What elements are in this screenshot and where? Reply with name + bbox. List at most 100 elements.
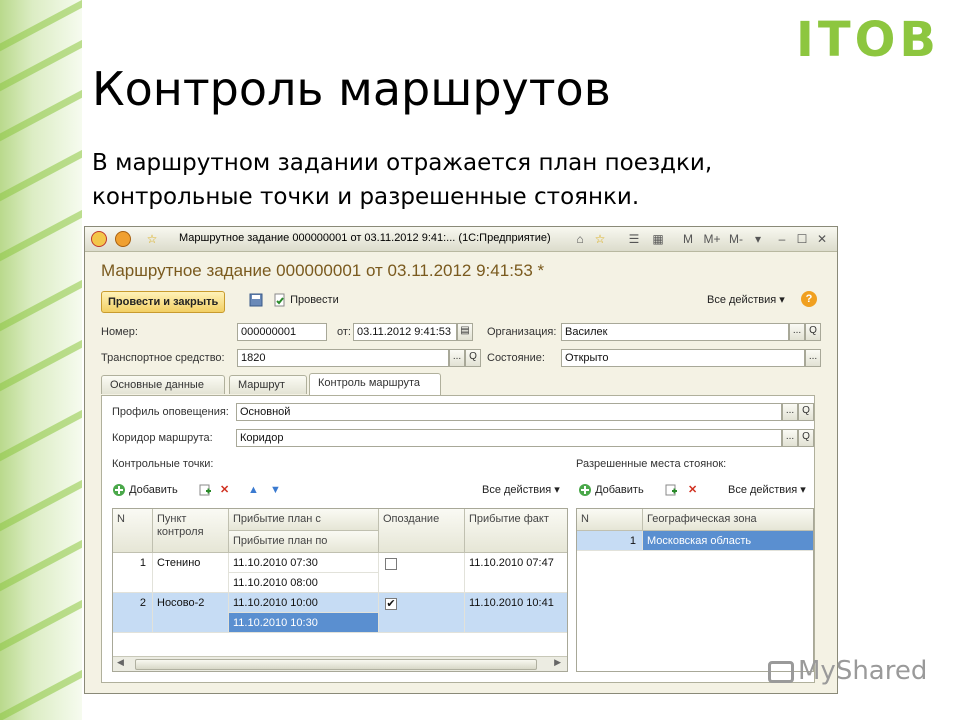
vehicle-field[interactable]: 1820 bbox=[237, 349, 449, 367]
column-header-fact[interactable]: Прибытие факт bbox=[465, 509, 567, 553]
parking-delete-icon[interactable]: ✕ bbox=[688, 482, 697, 498]
organization-field[interactable]: Василек bbox=[561, 323, 789, 341]
help-button[interactable]: ? bbox=[801, 291, 817, 307]
number-label: Номер: bbox=[101, 326, 138, 338]
logo: ITOB bbox=[796, 12, 940, 68]
checkpoint-all-actions-button[interactable]: Все действия ▾ bbox=[482, 482, 560, 498]
table-row-cell-fact[interactable]: 11.10.2010 10:41 bbox=[465, 593, 567, 633]
add-icon bbox=[579, 484, 591, 497]
move-up-icon[interactable]: ▲ bbox=[248, 482, 259, 498]
vehicle-label: Транспортное средство: bbox=[101, 352, 225, 364]
table-row-cell-from[interactable]: 11.10.2010 07:30 bbox=[229, 553, 379, 573]
column-header-late[interactable]: Опоздание bbox=[379, 509, 465, 553]
parking-all-actions-button[interactable]: Все действия ▾ bbox=[728, 482, 806, 498]
tab-route[interactable]: Маршрут bbox=[229, 375, 307, 394]
scroll-left-icon[interactable]: ◀ bbox=[117, 657, 124, 668]
scroll-right-icon[interactable]: ▶ bbox=[554, 657, 561, 668]
window-titlebar: ☆ Маршрутное задание 000000001 от 03.11.… bbox=[85, 227, 837, 252]
decorative-stripes bbox=[0, 0, 82, 720]
organization-search-icon[interactable]: Q bbox=[805, 323, 821, 341]
memory-plus-button[interactable]: M+ bbox=[703, 230, 721, 248]
home-icon[interactable]: ⌂ bbox=[571, 230, 589, 248]
list-icon[interactable]: ☰ bbox=[625, 230, 643, 248]
form-title: Маршрутное задание 000000001 от 03.11.20… bbox=[101, 261, 545, 280]
save-icon[interactable] bbox=[249, 292, 263, 308]
column-header-point[interactable]: Пункт контроля bbox=[153, 509, 229, 553]
add-icon bbox=[113, 484, 125, 497]
corridor-search-icon[interactable]: Q bbox=[798, 429, 814, 447]
parking-add-label: Добавить bbox=[595, 484, 644, 496]
calendar-icon[interactable]: ▦ bbox=[649, 230, 667, 248]
table-row-cell-late[interactable]: ✔ bbox=[379, 593, 465, 633]
table-row-cell-to[interactable]: 11.10.2010 10:30 bbox=[229, 613, 379, 633]
subtitle-line-2: контрольные точки и разрешенные стоянки. bbox=[92, 184, 640, 210]
favorite-star-icon[interactable]: ☆ bbox=[143, 230, 161, 248]
tab-main-data[interactable]: Основные данные bbox=[101, 375, 225, 394]
tab-route-control[interactable]: Контроль маршрута bbox=[309, 373, 441, 395]
slide-title: Контроль маршрутов bbox=[92, 62, 611, 116]
profile-search-icon[interactable]: Q bbox=[798, 403, 814, 421]
table-row-cell-n[interactable]: 1 bbox=[113, 553, 153, 593]
checkpoints-label: Контрольные точки: bbox=[112, 458, 214, 470]
memory-m-button[interactable]: M bbox=[679, 230, 697, 248]
column-header-arrive-to[interactable]: Прибытие план по bbox=[229, 531, 379, 553]
checkpoint-delete-icon[interactable]: ✕ bbox=[220, 482, 229, 498]
parking-copy-icon[interactable] bbox=[664, 482, 678, 498]
post-button[interactable]: Провести bbox=[273, 292, 339, 308]
checkpoint-add-label: Добавить bbox=[129, 484, 178, 496]
post-and-close-button[interactable]: Провести и закрыть bbox=[101, 291, 226, 313]
column-header-arrive-from[interactable]: Прибытие план с bbox=[229, 509, 379, 531]
profile-field[interactable]: Основной bbox=[236, 403, 782, 421]
post-button-label: Провести bbox=[290, 294, 339, 306]
table-row-cell-point[interactable]: Носово-2 bbox=[153, 593, 229, 633]
app-logo-icon[interactable] bbox=[91, 231, 107, 247]
vehicle-select-button[interactable]: ... bbox=[449, 349, 465, 367]
minimize-icon[interactable]: – bbox=[773, 230, 791, 248]
table-row-cell-zone[interactable]: Московская область bbox=[643, 531, 813, 551]
calendar-button[interactable]: ▤ bbox=[457, 323, 473, 341]
late-checkbox[interactable] bbox=[385, 558, 397, 570]
corridor-label: Коридор маршрута: bbox=[112, 432, 213, 444]
move-down-icon[interactable]: ▼ bbox=[270, 482, 281, 498]
maximize-icon[interactable]: ☐ bbox=[793, 230, 811, 248]
all-actions-button[interactable]: Все действия ▾ bbox=[707, 292, 785, 308]
checkpoint-add-button[interactable]: Добавить bbox=[112, 482, 178, 498]
table-row-cell-to[interactable]: 11.10.2010 08:00 bbox=[229, 573, 379, 593]
parking-add-button[interactable]: Добавить bbox=[578, 482, 644, 498]
late-checkbox[interactable]: ✔ bbox=[385, 598, 397, 610]
table-row-cell-fact[interactable]: 11.10.2010 07:47 bbox=[465, 553, 567, 593]
table-row-cell-point[interactable]: Стенино bbox=[153, 553, 229, 593]
subtitle-line-1: В маршрутном задании отражается план пое… bbox=[92, 150, 713, 176]
state-field[interactable]: Открыто bbox=[561, 349, 805, 367]
route-control-panel: Профиль оповещения: Основной ... Q Корид… bbox=[101, 395, 815, 683]
table-row-cell-n[interactable]: 1 bbox=[577, 531, 643, 551]
organization-label: Организация: bbox=[487, 326, 557, 338]
corridor-select-button[interactable]: ... bbox=[782, 429, 798, 447]
column-header-n[interactable]: N bbox=[113, 509, 153, 553]
checkpoints-table[interactable]: N Пункт контроля Прибытие план с Прибыти… bbox=[112, 508, 568, 672]
scrollbar-thumb[interactable] bbox=[135, 659, 537, 670]
close-icon[interactable]: ✕ bbox=[813, 230, 831, 248]
column-header-zone[interactable]: Географическая зона bbox=[643, 509, 813, 531]
table-row-cell-n[interactable]: 2 bbox=[113, 593, 153, 633]
organization-select-button[interactable]: ... bbox=[789, 323, 805, 341]
menu-dropdown-icon[interactable] bbox=[115, 231, 131, 247]
number-field[interactable]: 000000001 bbox=[237, 323, 327, 341]
checkpoint-copy-icon[interactable] bbox=[198, 482, 212, 498]
app-window: ☆ Маршрутное задание 000000001 от 03.11.… bbox=[84, 226, 838, 694]
table-row-cell-late[interactable] bbox=[379, 553, 465, 593]
date-field[interactable]: 03.11.2012 9:41:53 bbox=[353, 323, 457, 341]
table-row-cell-from[interactable]: 11.10.2010 10:00 bbox=[229, 593, 379, 613]
chevron-down-icon[interactable]: ▾ bbox=[749, 230, 767, 248]
column-header-n[interactable]: N bbox=[577, 509, 643, 531]
parking-table[interactable]: N Географическая зона 1 Московская облас… bbox=[576, 508, 814, 672]
tab-bar: Основные данные Маршрут Контроль маршрут… bbox=[101, 373, 823, 395]
corridor-field[interactable]: Коридор bbox=[236, 429, 782, 447]
memory-minus-button[interactable]: M- bbox=[727, 230, 745, 248]
profile-select-button[interactable]: ... bbox=[782, 403, 798, 421]
vehicle-search-icon[interactable]: Q bbox=[465, 349, 481, 367]
state-label: Состояние: bbox=[487, 352, 545, 364]
favorite-add-icon[interactable]: ☆ bbox=[591, 230, 609, 248]
horizontal-scrollbar[interactable]: ◀ ▶ bbox=[113, 656, 567, 671]
state-select-button[interactable]: ... bbox=[805, 349, 821, 367]
